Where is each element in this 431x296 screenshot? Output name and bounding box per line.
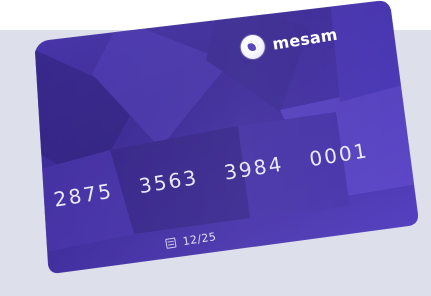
card-chip-icon: [165, 237, 177, 249]
credit-card: mesam 2875 3563 3984 0001 12/25: [0, 0, 431, 296]
mesam-logo-icon: [239, 33, 267, 61]
scene: mesam 2875 3563 3984 0001 12/25: [0, 0, 431, 296]
